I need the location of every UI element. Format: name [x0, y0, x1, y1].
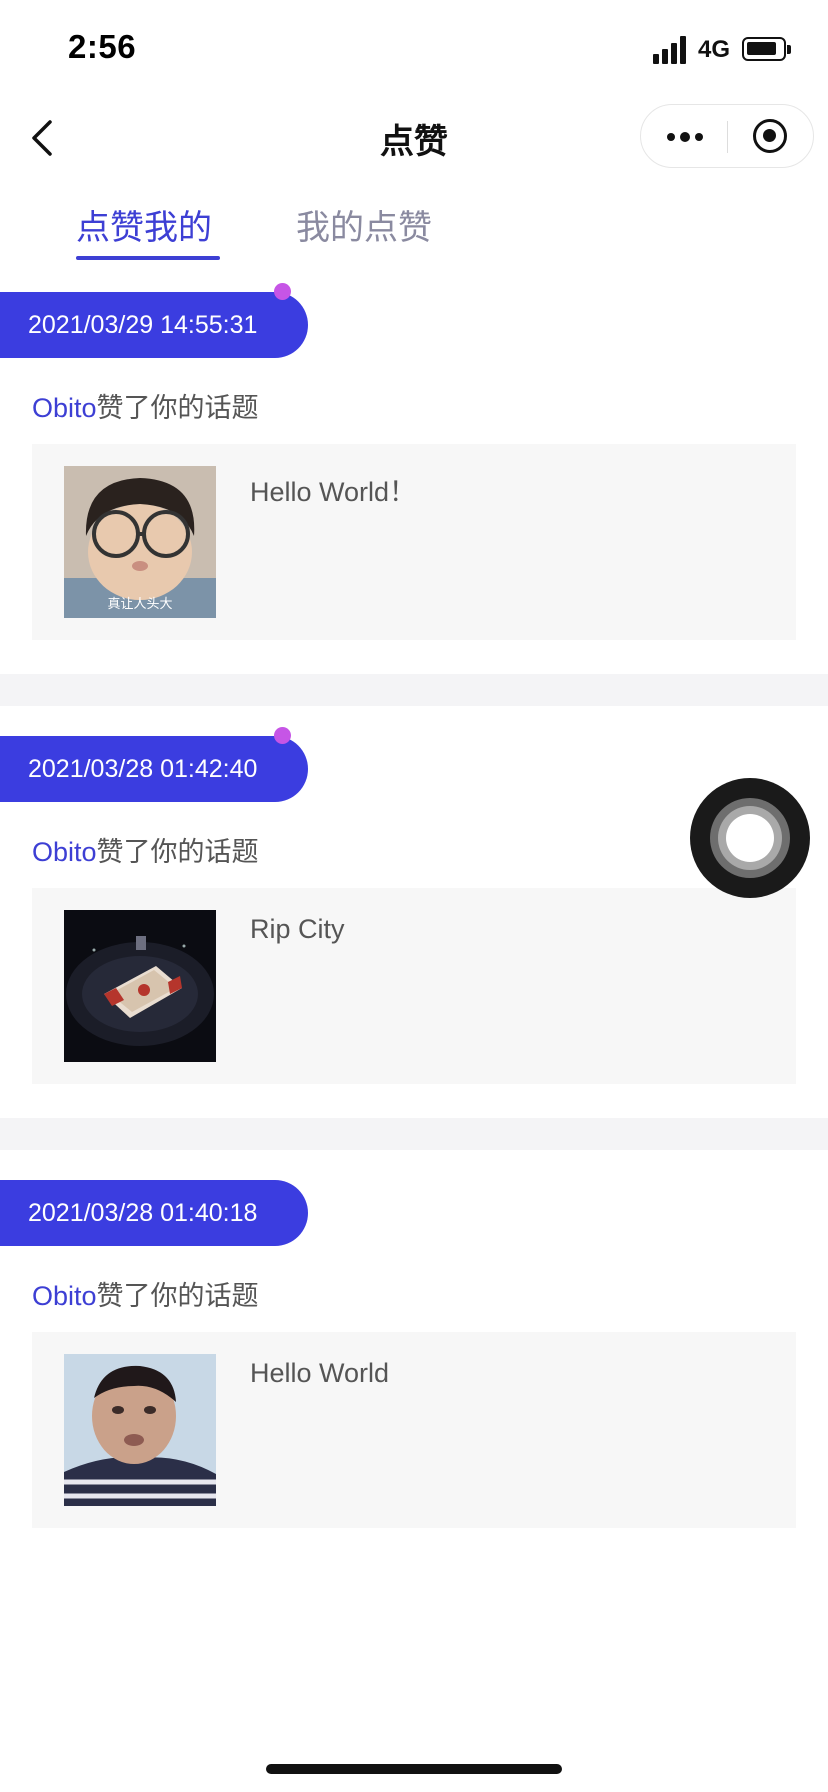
like-notice: Obito赞了你的话题 [32, 830, 259, 869]
date-badge: 2021/03/29 14:55:31 [0, 292, 308, 358]
user-name-link[interactable]: Obito [32, 393, 97, 423]
list-item[interactable]: 2021/03/29 14:55:31 Obito赞了你的话题 真让人头大 He… [0, 283, 828, 712]
mini-program-capsule [640, 104, 814, 168]
date-badge: 2021/03/28 01:42:40 [0, 736, 308, 802]
home-indicator[interactable] [266, 1764, 562, 1774]
nav-bar: 点赞 [0, 100, 828, 174]
topic-card[interactable]: Rip City [32, 888, 796, 1084]
network-label: 4G [698, 36, 731, 63]
close-target-icon[interactable] [753, 119, 787, 153]
like-action-text: 赞了你的话题 [96, 1281, 259, 1312]
assistive-touch-button[interactable] [690, 778, 810, 898]
tab-my-likes[interactable]: 我的点赞 [296, 200, 432, 249]
signal-icon [653, 36, 689, 64]
person-selfie-photo[interactable] [64, 1354, 216, 1506]
status-time: 2:56 [68, 28, 137, 65]
topic-text: Hello World [250, 1358, 390, 1388]
topic-card[interactable]: 真让人头大 Hello World！ [32, 444, 796, 640]
kid-with-glasses-photo[interactable]: 真让人头大 [64, 466, 216, 618]
more-icon[interactable] [641, 105, 727, 167]
tab-liked-me[interactable]: 点赞我的 [76, 200, 212, 249]
battery-icon [742, 37, 791, 61]
tab-bar: 点赞我的 我的点赞 [0, 190, 828, 264]
basketball-arena-photo[interactable] [64, 910, 216, 1062]
unread-dot [274, 283, 291, 300]
like-action-text: 赞了你的话题 [96, 837, 259, 868]
like-notice: Obito赞了你的话题 [32, 1274, 259, 1313]
divider [0, 674, 828, 706]
thumb-caption: 真让人头大 [107, 597, 172, 612]
like-action-text: 赞了你的话题 [96, 393, 259, 424]
topic-text: Rip City [250, 914, 345, 944]
topic-text: Hello World！ [250, 477, 417, 507]
list-item[interactable]: 2021/03/28 01:40:18 Obito赞了你的话题 Hello Wo… [0, 1180, 828, 1600]
divider [0, 1118, 828, 1150]
topic-card[interactable]: Hello World [32, 1332, 796, 1528]
tab-active-indicator [76, 256, 220, 260]
status-bar: 2:56 4G [0, 0, 828, 100]
unread-dot [274, 727, 291, 744]
date-badge: 2021/03/28 01:40:18 [0, 1180, 308, 1246]
user-name-link[interactable]: Obito [32, 837, 97, 867]
capsule-divider [727, 121, 728, 153]
user-name-link[interactable]: Obito [32, 1281, 97, 1311]
back-arrow-icon[interactable] [26, 118, 66, 158]
like-notice: Obito赞了你的话题 [32, 386, 259, 425]
